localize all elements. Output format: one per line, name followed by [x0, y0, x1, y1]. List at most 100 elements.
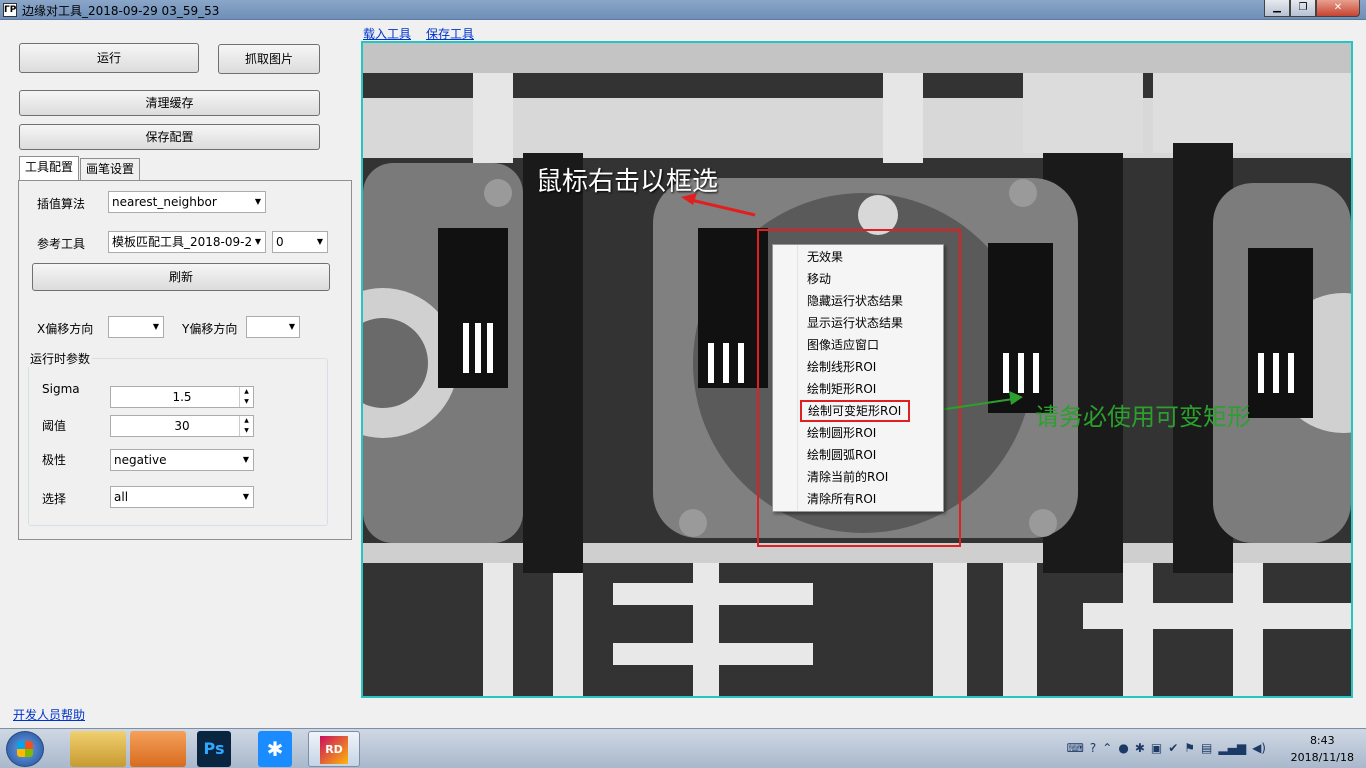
clock-time: 8:43 [1309, 734, 1335, 747]
frame-leg [1003, 563, 1037, 696]
runtime-params-title: 运行时参数 [28, 350, 93, 367]
menu-item-clear-all-roi[interactable]: 清除所有ROI [773, 488, 943, 510]
y-offset-label: Y偏移方向 [182, 322, 238, 336]
pin [708, 343, 714, 383]
ref-index-select[interactable]: 0 ▼ [272, 231, 328, 253]
spin-up-icon[interactable]: ▲ [239, 416, 253, 426]
slot-dark [523, 153, 583, 573]
marker-dot [484, 179, 512, 207]
minimize-button[interactable]: ▁ [1264, 0, 1290, 17]
tab-tool-config[interactable]: 工具配置 [19, 156, 80, 180]
pin [1018, 353, 1024, 393]
select-mode-value: all [114, 490, 129, 504]
menu-item-draw-arc-roi[interactable]: 绘制圆弧ROI [773, 444, 943, 466]
volume-icon[interactable]: ◀) [1252, 741, 1266, 755]
select-label: 选择 [42, 492, 67, 506]
pin [1288, 353, 1294, 393]
tab-strip: 工具配置 画笔设置 [19, 156, 141, 180]
chevron-down-icon: ▼ [316, 237, 323, 246]
close-button[interactable]: ✕ [1316, 0, 1360, 17]
context-menu: 无效果 移动 隐藏运行状态结果 显示运行状态结果 图像适应窗口 绘制线形ROI … [772, 244, 944, 512]
x-offset-select[interactable]: ▼ [108, 316, 164, 338]
spin-down-icon[interactable]: ▼ [239, 397, 253, 407]
frame-leg [483, 563, 513, 696]
chevron-down-icon: ▼ [242, 455, 249, 464]
frame-leg [1233, 563, 1263, 696]
start-button[interactable] [6, 731, 44, 767]
frame-post [883, 73, 923, 163]
y-offset-select[interactable]: ▼ [246, 316, 300, 338]
menu-item-move[interactable]: 移动 [773, 268, 943, 290]
frame-bar-upper [363, 43, 1351, 73]
menu-item-clear-current-roi[interactable]: 清除当前的ROI [773, 466, 943, 488]
pin [723, 343, 729, 383]
pin [1033, 353, 1039, 393]
pin [487, 323, 493, 373]
select-mode-select[interactable]: all ▼ [110, 486, 254, 508]
right-click-hint-text: 鼠标右击以框选 [536, 167, 719, 197]
pin-window [438, 228, 508, 388]
marker-dot [679, 509, 707, 537]
menu-item-draw-variable-rect-roi[interactable]: 绘制可变矩形ROI [800, 400, 910, 422]
system-tray: ⌨ ? ⌃ ● ✱ ▣ ✔ ⚑ ▤ ▂▄▆ ◀) [1067, 741, 1266, 755]
chevron-down-icon: ▼ [288, 322, 295, 331]
help-icon[interactable]: ? [1090, 741, 1096, 755]
menu-item-draw-rect-roi[interactable]: 绘制矩形ROI [773, 378, 943, 400]
flag-icon[interactable]: ⚑ [1184, 741, 1195, 755]
sigma-value: 1.5 [172, 390, 192, 404]
threshold-spinbox[interactable]: 30 ▲ ▼ [110, 415, 254, 437]
ref-tool-label: 参考工具 [37, 237, 86, 251]
wechat-icon[interactable]: ● [1118, 741, 1128, 755]
clear-cache-button[interactable]: 清理缓存 [19, 90, 320, 116]
tab-brush-settings[interactable]: 画笔设置 [80, 158, 141, 180]
signal-icon[interactable]: ▂▄▆ [1218, 741, 1246, 755]
menu-item-fit-window[interactable]: 图像适应窗口 [773, 334, 943, 356]
dev-help-link[interactable]: 开发人员帮助 [13, 706, 85, 723]
frame-leg [693, 563, 719, 696]
security-icon[interactable]: ✔ [1168, 741, 1178, 755]
menu-item-hide-results[interactable]: 隐藏运行状态结果 [773, 290, 943, 312]
window-title: 边缘对工具_2018-09-29 03_59_53 [22, 4, 220, 18]
capture-image-button[interactable]: 抓取图片 [218, 44, 320, 74]
pin-window [1248, 248, 1313, 418]
clock[interactable]: 8:43 2018/11/18 [1291, 732, 1354, 766]
star-tray-icon[interactable]: ✱ [1135, 741, 1145, 755]
polarity-label: 极性 [42, 453, 67, 467]
spin-down-icon[interactable]: ▼ [239, 426, 253, 436]
tray-expand-icon[interactable]: ⌃ [1102, 741, 1112, 755]
frame-block [1153, 73, 1351, 153]
pin [463, 323, 469, 373]
load-tool-link[interactable]: 载入工具 [363, 25, 411, 42]
x-offset-label: X偏移方向 [37, 322, 94, 336]
app-icon: ΓP [3, 3, 17, 17]
spin-up-icon[interactable]: ▲ [239, 387, 253, 397]
device-icon[interactable]: ▤ [1201, 741, 1212, 755]
refresh-button[interactable]: 刷新 [32, 263, 330, 291]
menu-item-no-effect[interactable]: 无效果 [773, 246, 943, 268]
run-button[interactable]: 运行 [19, 43, 199, 73]
sigma-label: Sigma [42, 382, 80, 396]
threshold-value: 30 [174, 419, 190, 433]
maximize-button[interactable]: ❐ [1290, 0, 1316, 17]
chevron-down-icon: ▼ [254, 197, 261, 206]
taskbar-rider-button[interactable]: RD [308, 731, 360, 767]
save-config-button[interactable]: 保存配置 [19, 124, 320, 150]
taskbar-media-player-icon[interactable] [130, 731, 186, 767]
network-tray-icon[interactable]: ▣ [1151, 741, 1162, 755]
menu-item-draw-circle-roi[interactable]: 绘制圆形ROI [773, 422, 943, 444]
frame-leg [553, 563, 583, 696]
keyboard-icon[interactable]: ⌨ [1067, 741, 1084, 755]
interp-select[interactable]: nearest_neighbor ▼ [108, 191, 266, 213]
frame-block [1023, 73, 1143, 153]
menu-item-show-results[interactable]: 显示运行状态结果 [773, 312, 943, 334]
frame-leg [933, 563, 967, 696]
taskbar-explorer-icon[interactable] [70, 731, 126, 767]
taskbar-app-star-icon[interactable]: ✱ [258, 731, 292, 767]
save-tool-link[interactable]: 保存工具 [426, 25, 474, 42]
menu-item-draw-line-roi[interactable]: 绘制线形ROI [773, 356, 943, 378]
ref-tool-select[interactable]: 模板匹配工具_2018-09-2 ▼ [108, 231, 266, 253]
polarity-select[interactable]: negative ▼ [110, 449, 254, 471]
sigma-spinbox[interactable]: 1.5 ▲ ▼ [110, 386, 254, 408]
interp-select-value: nearest_neighbor [112, 195, 217, 209]
taskbar-photoshop-icon[interactable]: Ps [197, 731, 231, 767]
